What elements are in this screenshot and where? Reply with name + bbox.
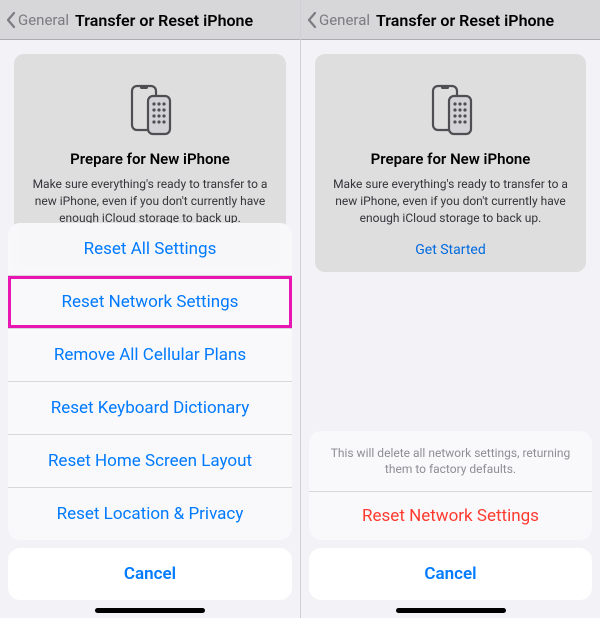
prepare-card: Prepare for New iPhone Make sure everyth… <box>315 54 586 272</box>
confirm-reset-network-button[interactable]: Reset Network Settings <box>309 491 592 540</box>
chevron-left-icon <box>307 11 317 29</box>
reset-home-screen-option[interactable]: Reset Home Screen Layout <box>8 434 292 487</box>
back-label: General <box>18 11 69 29</box>
sheet-options-group: Reset All Settings Reset Network Setting… <box>8 223 292 540</box>
reset-all-settings-option[interactable]: Reset All Settings <box>8 223 292 275</box>
card-body: Make sure everything's ready to transfer… <box>331 176 570 226</box>
card-title: Prepare for New iPhone <box>30 150 270 168</box>
reset-location-privacy-option[interactable]: Reset Location & Privacy <box>8 487 292 540</box>
content-area: Prepare for New iPhone Make sure everyth… <box>301 40 600 272</box>
phones-icon <box>331 76 570 136</box>
home-indicator[interactable] <box>95 608 205 613</box>
confirm-sheet: This will delete all network settings, r… <box>309 431 592 600</box>
phones-icon <box>30 76 270 136</box>
confirm-message: This will delete all network settings, r… <box>309 431 592 491</box>
navbar: General Transfer or Reset iPhone <box>301 0 600 40</box>
page-title: Transfer or Reset iPhone <box>376 11 554 30</box>
screen-left: General Transfer or Reset iPhone P <box>0 0 300 618</box>
home-indicator[interactable] <box>396 608 506 613</box>
remove-cellular-plans-option[interactable]: Remove All Cellular Plans <box>8 328 292 381</box>
cancel-group: Cancel <box>309 548 592 600</box>
cancel-button[interactable]: Cancel <box>8 548 292 600</box>
reset-options-sheet: Reset All Settings Reset Network Setting… <box>8 223 292 600</box>
get-started-link[interactable]: Get Started <box>331 242 570 258</box>
reset-network-settings-option[interactable]: Reset Network Settings <box>8 275 292 328</box>
page-title: Transfer or Reset iPhone <box>75 11 253 30</box>
screen-right: General Transfer or Reset iPhone P <box>300 0 600 618</box>
cancel-button[interactable]: Cancel <box>309 548 592 600</box>
back-button[interactable]: General <box>307 11 370 29</box>
cancel-group: Cancel <box>8 548 292 600</box>
reset-keyboard-dictionary-option[interactable]: Reset Keyboard Dictionary <box>8 381 292 434</box>
confirm-group: This will delete all network settings, r… <box>309 431 592 540</box>
back-label: General <box>319 11 370 29</box>
back-button[interactable]: General <box>6 11 69 29</box>
navbar: General Transfer or Reset iPhone <box>0 0 300 40</box>
card-title: Prepare for New iPhone <box>331 150 570 168</box>
card-body: Make sure everything's ready to transfer… <box>30 176 270 226</box>
chevron-left-icon <box>6 11 16 29</box>
